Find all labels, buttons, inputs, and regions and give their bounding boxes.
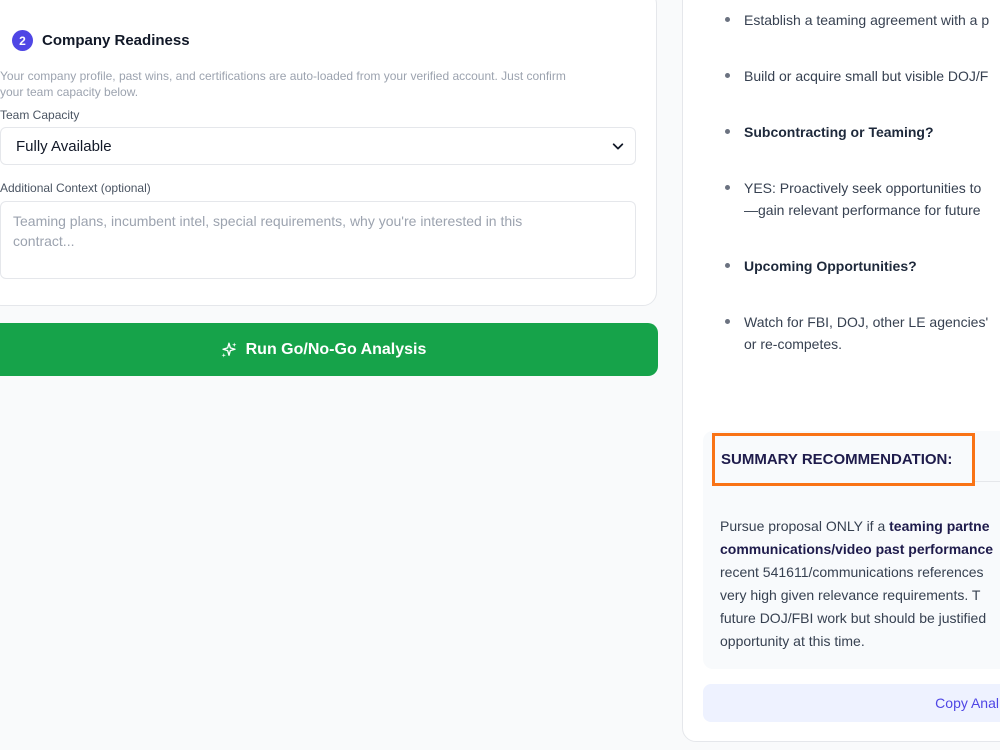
bullet-dot — [725, 185, 730, 190]
copy-analysis-button[interactable]: Copy Anal — [703, 684, 1000, 722]
summary-line-1: Pursue proposal ONLY if a teaming partne — [720, 515, 1000, 538]
bullet-dot — [725, 319, 730, 324]
summary-text: Pursue proposal ONLY if a teaming partne… — [720, 515, 1000, 653]
bullet-dot — [725, 263, 730, 268]
section-description: Your company profile, past wins, and cer… — [0, 68, 640, 100]
context-placeholder-line-2: contract... — [13, 233, 75, 249]
team-capacity-label: Team Capacity — [0, 108, 80, 122]
context-placeholder-line-1: Teaming plans, incumbent intel, special … — [13, 213, 523, 229]
summary-line-5: future DOJ/FBI work but should be justif… — [720, 610, 987, 626]
analysis-bullet: Watch for FBI, DOJ, other LE agencies' or… — [724, 311, 1000, 355]
summary-line-6: opportunity at this time. — [720, 633, 865, 649]
bullet-text: Establish a teaming agreement with a p — [744, 12, 990, 28]
summary-line-1-bold: teaming partne — [889, 518, 990, 534]
bullet-dot — [725, 73, 730, 78]
summary-line-2-bold: communications/video past performance — [720, 541, 994, 557]
summary-line-1-text: Pursue proposal ONLY if a — [720, 518, 890, 534]
summary-highlight-box: SUMMARY RECOMMENDATION: — [712, 433, 975, 486]
step-number-badge: 2 — [12, 30, 33, 51]
team-capacity-select[interactable]: Fully Available — [0, 127, 636, 165]
chevron-down-icon — [612, 143, 624, 150]
bullet-dot — [725, 17, 730, 22]
bullet-text: Subcontracting or Teaming? — [744, 124, 934, 140]
run-analysis-button[interactable]: Run Go/No-Go Analysis — [0, 323, 658, 376]
copy-analysis-label: Copy Anal — [935, 695, 999, 711]
section-header: 2 Company Readiness — [12, 30, 190, 51]
analysis-bullet: YES: Proactively seek opportunities to —g… — [724, 177, 1000, 221]
additional-context-textarea[interactable]: Teaming plans, incumbent intel, special … — [0, 201, 636, 279]
bullet-text: Build or acquire small but visible DOJ/F — [744, 68, 989, 84]
description-line-1: Your company profile, past wins, and cer… — [0, 69, 566, 83]
summary-title: SUMMARY RECOMMENDATION: — [721, 451, 953, 468]
summary-line-3: recent 541611/communications references — [720, 564, 984, 580]
divider — [974, 481, 1000, 482]
run-analysis-label: Run Go/No-Go Analysis — [245, 340, 427, 358]
analysis-bullet: Build or acquire small but visible DOJ/F — [724, 65, 1000, 87]
analysis-bullet-heading: Subcontracting or Teaming? — [724, 121, 1000, 143]
bullet-text: Upcoming Opportunities? — [744, 258, 917, 274]
bullet-text: Watch for FBI, DOJ, other LE agencies' — [744, 314, 989, 330]
bullet-dot — [725, 129, 730, 134]
team-capacity-value: Fully Available — [16, 137, 112, 155]
sparkles-icon — [221, 342, 237, 357]
bullet-text: YES: Proactively seek opportunities to — [744, 180, 982, 196]
additional-context-label: Additional Context (optional) — [0, 181, 151, 195]
bullet-text-continued: —gain relevant performance for future — [744, 202, 981, 218]
summary-line-4: very high given relevance requirements. … — [720, 587, 981, 603]
section-title: Company Readiness — [42, 32, 190, 49]
analysis-bullet: Establish a teaming agreement with a p — [724, 9, 1000, 31]
summary-line-2: communications/video past performance — [720, 538, 1000, 561]
description-line-2: your team capacity below. — [0, 85, 139, 99]
analysis-bullet-heading: Upcoming Opportunities? — [724, 255, 1000, 277]
bullet-text-continued: or re-competes. — [744, 336, 843, 352]
